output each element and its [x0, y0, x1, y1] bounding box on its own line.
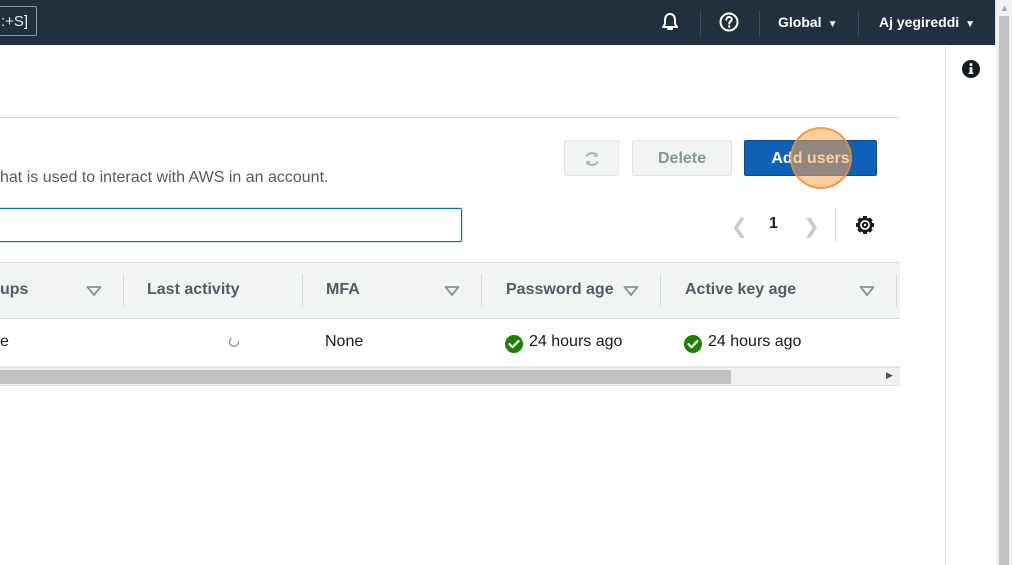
region-selector[interactable]: Global ▼: [778, 14, 837, 30]
account-menu[interactable]: Aj yegireddi ▼: [879, 14, 975, 30]
sort-caret-icon[interactable]: [444, 285, 460, 297]
info-icon[interactable]: [962, 60, 980, 78]
cell-active-key-age: 24 hours ago: [708, 333, 802, 350]
scrollbar-thumb[interactable]: [999, 16, 1009, 565]
cell-mfa: None: [325, 333, 364, 350]
delete-button[interactable]: Delete: [632, 140, 732, 176]
sort-caret-icon[interactable]: [86, 285, 102, 297]
column-divider: [896, 274, 897, 307]
refresh-icon: [585, 151, 598, 166]
user-search-input[interactable]: [0, 208, 462, 242]
settings-gear-icon[interactable]: [854, 214, 876, 236]
column-divider: [302, 274, 303, 307]
column-divider: [123, 274, 124, 307]
table-header: ups Last activity MFA Password age Activ…: [0, 262, 900, 319]
add-users-button[interactable]: Add users: [744, 140, 877, 176]
table-horizontal-scrollbar[interactable]: ▶: [0, 367, 900, 386]
sort-caret-icon[interactable]: [623, 285, 639, 297]
column-header-last-activity[interactable]: Last activity: [147, 281, 239, 299]
success-check-icon: [684, 335, 702, 353]
column-header-mfa[interactable]: MFA: [326, 281, 360, 299]
cell-password-age: 24 hours ago: [529, 333, 623, 350]
scroll-up-arrow-icon[interactable]: ▲: [1000, 3, 1009, 13]
top-navigation-bar: :+S] Global ▼ Aj yegireddi ▼: [0, 0, 995, 45]
scrollbar-thumb[interactable]: [0, 370, 731, 384]
page-scrollbar[interactable]: ▲: [995, 0, 1012, 565]
user-label: Aj yegireddi: [879, 14, 960, 30]
search-shortcut-hint: :+S]: [0, 6, 38, 36]
region-label: Global: [778, 14, 822, 30]
column-divider: [481, 274, 482, 307]
nav-divider: [858, 10, 859, 36]
next-page-icon[interactable]: ❯: [803, 214, 820, 239]
caret-down-icon: ▼: [965, 19, 976, 30]
column-header-active-key-age[interactable]: Active key age: [685, 281, 796, 299]
help-icon[interactable]: [718, 11, 740, 33]
success-check-icon: [505, 335, 523, 353]
previous-page-icon[interactable]: ❮: [731, 214, 748, 239]
users-description: hat is used to interact with AWS in an a…: [0, 169, 329, 186]
nav-divider: [700, 10, 701, 36]
section-divider: [0, 117, 900, 118]
loading-spinner-icon: [228, 337, 240, 347]
sort-caret-icon[interactable]: [859, 285, 875, 297]
bell-icon[interactable]: [659, 11, 681, 33]
column-divider: [660, 274, 661, 307]
current-page-number[interactable]: 1: [769, 215, 778, 233]
help-panel: [945, 45, 996, 565]
pager-divider: [835, 208, 836, 242]
column-header-password-age[interactable]: Password age: [506, 281, 614, 299]
table-row[interactable]: e None 24 hours ago 24 hours ago: [0, 319, 900, 367]
refresh-button[interactable]: [564, 140, 619, 176]
nav-divider: [759, 10, 760, 36]
cell-groups: e: [0, 333, 9, 350]
column-header-groups[interactable]: ups: [0, 281, 28, 299]
scroll-right-arrow-icon[interactable]: ▶: [886, 370, 893, 381]
caret-down-icon: ▼: [827, 19, 838, 30]
